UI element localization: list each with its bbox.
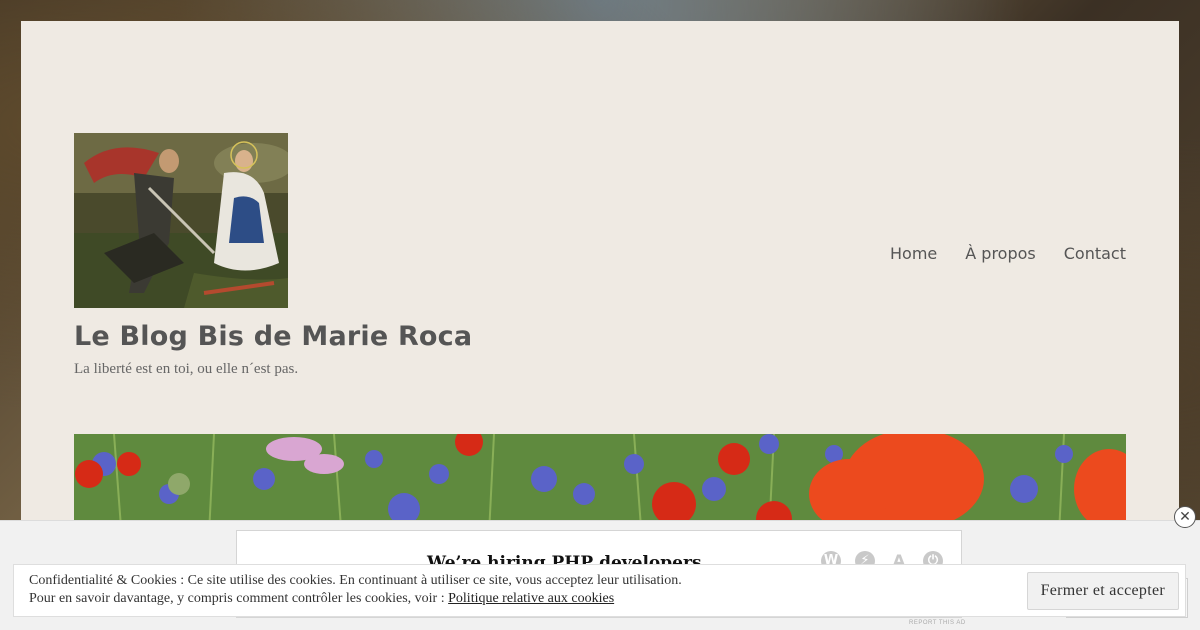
- site-title[interactable]: Le Blog Bis de Marie Roca: [74, 321, 472, 352]
- main-navigation: Home À propos Contact: [890, 244, 1126, 263]
- cookie-notice-text: Confidentialité & Cookies : Ce site util…: [29, 572, 682, 608]
- cookie-notice-line1: Confidentialité & Cookies : Ce site util…: [29, 573, 682, 588]
- report-ad-link[interactable]: Report this ad: [909, 620, 966, 626]
- accept-cookies-button[interactable]: Fermer et accepter: [1026, 572, 1179, 610]
- cookie-notice-line2: Pour en savoir davantage, y compris comm…: [29, 590, 682, 608]
- nav-item-contact[interactable]: Contact: [1064, 244, 1126, 263]
- close-icon[interactable]: ✕: [1174, 506, 1196, 528]
- site-tagline: La liberté est en toi, ou elle n´est pas…: [74, 361, 299, 377]
- nav-item-home[interactable]: Home: [890, 244, 937, 263]
- header-painting-image[interactable]: [74, 133, 288, 308]
- cookie-notice-line2-prefix: Pour en savoir davantage, y compris comm…: [29, 591, 449, 606]
- cookie-consent-banner: Confidentialité & Cookies : Ce site util…: [13, 564, 1186, 617]
- cookie-policy-link[interactable]: Politique relative aux cookies: [448, 591, 614, 606]
- nav-item-about[interactable]: À propos: [965, 244, 1035, 263]
